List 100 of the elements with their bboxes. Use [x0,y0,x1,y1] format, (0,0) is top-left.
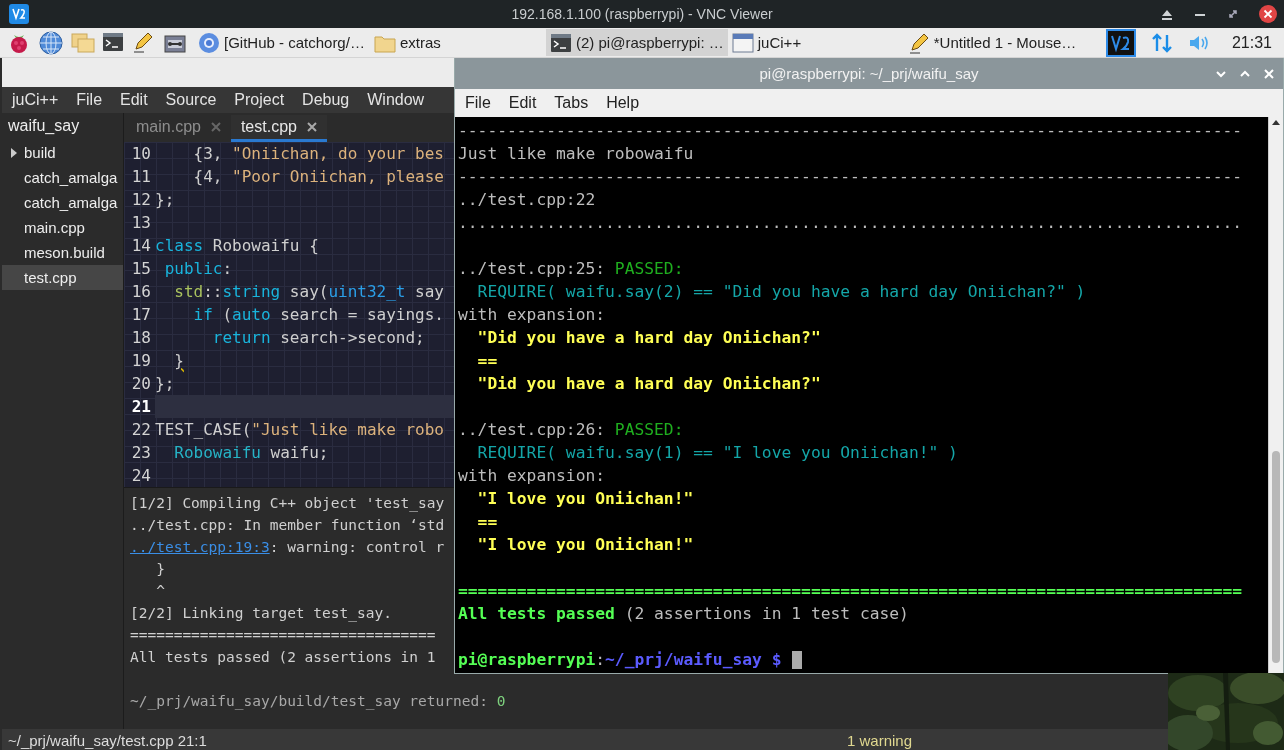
file-tree-item[interactable]: main.cpp [2,215,123,240]
menu-item[interactable]: Tabs [554,94,589,112]
output-line: } [155,560,165,579]
terminal-line: with expansion: [458,465,607,487]
file-name: catch_amalga [24,169,118,186]
close-icon[interactable] [306,122,317,132]
terminal-line: All tests passed (2 assertions in 1 test case) [458,603,910,625]
terminal-line: "I love you Oniichan!" [476,534,695,556]
window-task-button[interactable]: juCi++ [727,29,904,56]
window-title: 192.168.1.100 (raspberrypi) - VNC Viewer [511,6,773,22]
line-number: 15 [130,259,152,278]
terminal-line: -------------------------------------------------------------------------------- [458,120,1244,142]
editor-tab[interactable]: test.cpp [230,115,327,142]
output-line: ../test.cpp:19:3: warning: control r [130,538,445,557]
folder-task-button[interactable]: extras [370,29,546,56]
line-number: 23 [130,443,152,462]
output-line: =================================== [130,626,436,645]
terminal-line: == [476,350,499,372]
line-number: 16 [130,282,152,301]
output-line: [2/2] Linking target test_say. [130,604,392,624]
file-name: test.cpp [24,269,77,286]
code-line: return search->second; [211,327,425,349]
terminal-line: ../test.cpp:22 [458,189,597,211]
line-number: 18 [130,328,152,347]
code-line: public: [163,258,233,280]
file-name: meson.build [24,244,105,261]
menu-item[interactable]: Help [606,94,640,112]
output-line: All tests passed (2 assertions in 1 [130,648,436,667]
file-tree-item[interactable]: catch_amalga [2,190,123,215]
file-name: build [24,144,56,161]
terminal-line: "I love you Oniichan!" [476,488,695,510]
file-tree-item[interactable]: build [2,140,123,165]
menu-item[interactable]: Debug [302,91,350,109]
browser-icon [198,31,220,54]
file-link[interactable]: ../test.cpp:19:3 [130,539,270,555]
globe-icon[interactable] [38,29,64,56]
menu-item[interactable]: juCi++ [12,91,59,109]
file-tree-item[interactable]: catch_amalga [2,165,123,190]
line-number: 20 [130,374,152,393]
line-number: 17 [130,305,152,324]
project-name[interactable]: waifu_say [2,115,123,140]
output-line: ~/_prj/waifu_say/build/test_say returned: 0 [130,692,506,712]
code-line: {3, "Oniichan, do your bes [192,143,444,165]
terminal-line: REQUIRE( waifu.say(2) == "Did you have a hard day Oniichan?" ) [476,281,1087,303]
file-tree-item[interactable]: test.cpp [2,265,123,290]
line-number: 12 [130,190,152,209]
code-line: TEST_CASE("Just like make robo [155,419,444,441]
menu-item[interactable]: File [465,94,491,112]
terminal-task-button[interactable]: (2) pi@raspberrypi: … [546,29,728,56]
pencil-icon [907,31,930,54]
line-number: 10 [130,144,152,163]
menu-item[interactable]: Window [367,91,425,109]
tab-label: main.cpp [136,118,201,136]
line-number: 22 [130,420,152,439]
close-icon[interactable] [1258,4,1278,24]
menu-item[interactable]: Project [234,91,285,109]
file-tree-item[interactable]: meson.build [2,240,123,265]
browser-task-button[interactable]: [GitHub - catchorg/… [194,29,370,56]
clock: 21:31 [1231,33,1272,52]
line-number: 11 [130,167,152,186]
output-line: [1/2] Compiling C++ object 'test_say [130,494,445,514]
code-line: std::string say(uint32_t say [173,281,444,303]
terminal-line: ../test.cpp:26: PASSED: [458,419,685,441]
terminal-line: with expansion: [458,304,607,326]
scrollbar-track[interactable] [1268,117,1283,673]
code-line: class Robowaifu { [155,235,319,257]
terminal-line: ================================================================================ [458,580,1244,602]
window-title: pi@raspberrypi: ~/_prj/waifu_say [759,65,979,82]
editor-tab[interactable]: main.cpp [126,115,231,142]
terminal-line: ../test.cpp:25: PASSED: [458,258,685,280]
menu-item[interactable]: Edit [120,91,148,109]
terminal-line: "Did you have a hard day Oniichan?" [476,327,822,349]
text-cursor [791,651,802,669]
terminal-line: -------------------------------------------------------------------------------- [458,166,1244,188]
code-line: {4, "Poor Oniichan, please [192,166,444,188]
line-number: 14 [130,236,152,255]
tab-label: test.cpp [240,118,297,136]
expander-icon[interactable] [9,146,19,159]
line-number: 24 [130,466,152,485]
file-name: main.cpp [24,219,85,236]
output-line: ../test.cpp: In member function ‘std [130,516,445,535]
menu-item[interactable]: Source [165,91,217,109]
menu-item[interactable]: Edit [508,94,537,112]
status-path: ~/_prj/waifu_say/test.cpp 21:1 [8,731,207,749]
scrollbar-thumb[interactable] [1272,451,1280,663]
shell-prompt: pi@raspberrypi:~/_prj/waifu_say $ [458,648,1268,671]
vnc-server-icon[interactable] [1105,28,1136,57]
code-line: }; [155,189,175,211]
terminal-line: == [476,511,499,533]
vnc-logo-icon [8,3,30,25]
terminal-line: "Did you have a hard day Oniichan?" [476,373,822,395]
terminal-line: ................................................................................ [458,212,1244,234]
terminal-line: REQUIRE( waifu.say(1) == "I love you Oniichan!" ) [476,442,959,464]
menu-item[interactable]: File [76,91,103,109]
output-line: ^ [155,582,165,601]
line-number: 21 [130,397,152,416]
code-line: Robowaifu waifu; [173,442,329,464]
line-number: 19 [130,351,152,370]
line-number: 13 [130,213,152,232]
editor-task-button[interactable]: *Untitled 1 - Mouse… [903,29,1081,56]
